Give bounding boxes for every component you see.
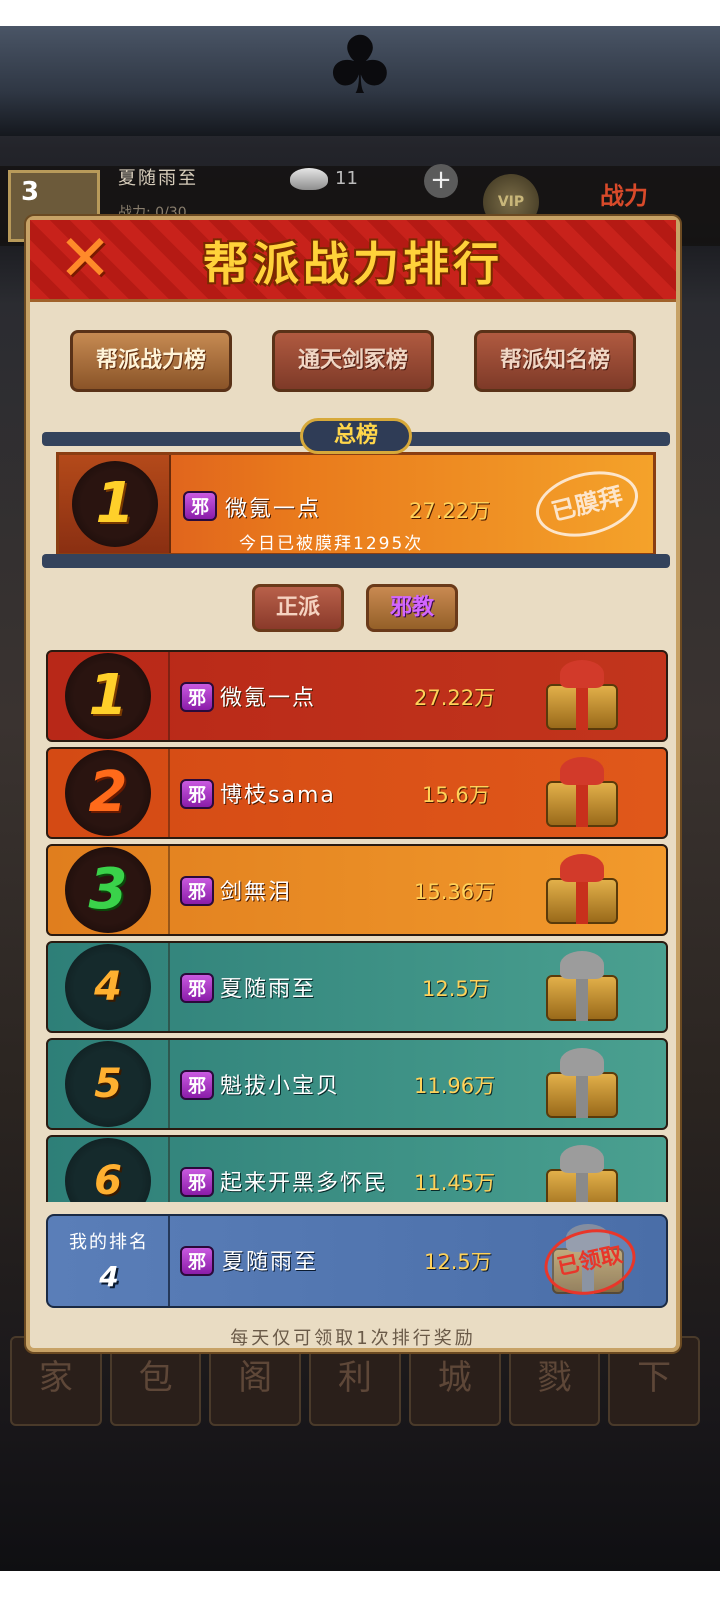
rank-medal: 1: [65, 653, 151, 739]
reward-gift-icon[interactable]: [542, 951, 622, 1023]
game-background: ♣ 3 夏随雨至 战力: 0/30 11 + VIP 战力 家 包 阁 利 城 …: [0, 26, 720, 1571]
member-power: 11.45万: [414, 1171, 496, 1195]
my-rank-row[interactable]: 我的排名 4 邪 夏随雨至 12.5万 已领取: [46, 1214, 668, 1308]
rank-medal: 4: [65, 944, 151, 1030]
ranking-row[interactable]: 4 邪 夏随雨至 12.5万: [46, 941, 668, 1033]
rank-cell: 3: [48, 846, 170, 934]
member-power: 15.36万: [414, 880, 496, 904]
rank-cell: 4: [48, 943, 170, 1031]
sect-badge: 邪: [180, 1246, 214, 1276]
overall-label: 总榜: [300, 418, 412, 454]
ranking-row[interactable]: 6 邪 起来开黑多怀民 11.45万: [46, 1135, 668, 1202]
worshipped-stamp: 已膜拜: [529, 461, 645, 547]
ranking-list[interactable]: 1 邪 微氪一点 27.22万 2 邪 博枝sama 15.6万 3 邪 剑無泪…: [46, 650, 668, 1202]
rank-medal: 6: [65, 1138, 151, 1202]
overall-rail-bottom: [42, 554, 670, 568]
overall-top-name: 微氪一点: [225, 497, 322, 522]
reward-gift-icon[interactable]: [542, 1048, 622, 1120]
close-icon[interactable]: ✕: [50, 226, 120, 292]
modal-title: 帮派战力排行: [203, 237, 503, 291]
rank-cell: 2: [48, 749, 170, 837]
rank-cell: 5: [48, 1040, 170, 1128]
member-name: 微氪一点: [220, 686, 317, 711]
tab-sword-tomb[interactable]: 通天剑冢榜: [272, 330, 434, 392]
tab-sect-fame[interactable]: 帮派知名榜: [474, 330, 636, 392]
member-power: 15.6万: [422, 783, 490, 807]
sect-badge: 邪: [180, 779, 214, 809]
rank-cell: 1: [48, 652, 170, 740]
modal-header: 帮派战力排行 ✕: [30, 220, 676, 302]
cloud-ornament-icon: ♣: [324, 26, 396, 112]
sect-badge: 邪: [180, 1070, 214, 1100]
sect-badge: 邪: [183, 491, 217, 521]
rank-medal: 3: [65, 847, 151, 933]
worship-count: 今日已被膜拜1295次: [239, 534, 424, 554]
overall-top-card[interactable]: 1 邪 微氪一点 27.22万 今日已被膜拜1295次 已膜拜: [56, 452, 656, 556]
overall-top-power: 27.22万: [409, 499, 491, 523]
ranking-row[interactable]: 3 邪 剑無泪 15.36万: [46, 844, 668, 936]
sect-badge: 邪: [180, 682, 214, 712]
member-name: 夏随雨至: [220, 977, 317, 1002]
evil-sect-toggle[interactable]: 邪教: [366, 584, 458, 632]
my-rank-cell: 我的排名 4: [48, 1216, 170, 1306]
member-name: 博枝sama: [220, 783, 336, 808]
member-power: 12.5万: [422, 977, 490, 1001]
reward-gift-icon[interactable]: [542, 854, 622, 926]
power-logo: 战力: [600, 182, 648, 210]
member-power: 27.22万: [414, 686, 496, 710]
reward-footnote: 每天仅可领取1次排行奖励: [230, 1328, 476, 1349]
rank-cell: 6: [48, 1137, 170, 1202]
ranking-row[interactable]: 2 邪 博枝sama 15.6万: [46, 747, 668, 839]
my-rank-label: 我的排名: [69, 1232, 149, 1253]
reward-gift-icon[interactable]: [542, 660, 622, 732]
silver-amount: 11: [335, 168, 358, 189]
my-name: 夏随雨至: [222, 1250, 319, 1275]
rank-medal: 2: [65, 750, 151, 836]
ranking-modal: 帮派战力排行 ✕ 帮派战力榜 通天剑冢榜 帮派知名榜 1 邪 微氪一点 27.2…: [26, 216, 680, 1352]
sect-badge: 邪: [180, 876, 214, 906]
sect-badge: 邪: [180, 1167, 214, 1197]
player-name: 夏随雨至: [118, 168, 198, 189]
reward-gift-icon[interactable]: [542, 757, 622, 829]
reward-gift-icon[interactable]: [542, 1145, 622, 1202]
member-name: 魁拔小宝贝: [220, 1074, 341, 1099]
tab-sect-power[interactable]: 帮派战力榜: [70, 330, 232, 392]
silver-ingot-icon: [290, 168, 328, 190]
my-power: 12.5万: [424, 1250, 492, 1274]
overall-rank-cell: 1: [59, 455, 171, 553]
member-power: 11.96万: [414, 1074, 496, 1098]
righteous-sect-toggle[interactable]: 正派: [252, 584, 344, 632]
player-level: 3: [21, 177, 40, 207]
rank-1-medal: 1: [72, 461, 158, 547]
roof-decoration: ♣: [0, 26, 720, 136]
sect-badge: 邪: [180, 973, 214, 1003]
member-name: 起来开黑多怀民: [220, 1171, 389, 1196]
ranking-row[interactable]: 5 邪 魁拔小宝贝 11.96万: [46, 1038, 668, 1130]
member-name: 剑無泪: [220, 880, 293, 905]
my-rank-number: 4: [99, 1260, 119, 1293]
add-silver-button[interactable]: +: [424, 164, 458, 198]
ranking-row[interactable]: 1 邪 微氪一点 27.22万: [46, 650, 668, 742]
rank-medal: 5: [65, 1041, 151, 1127]
